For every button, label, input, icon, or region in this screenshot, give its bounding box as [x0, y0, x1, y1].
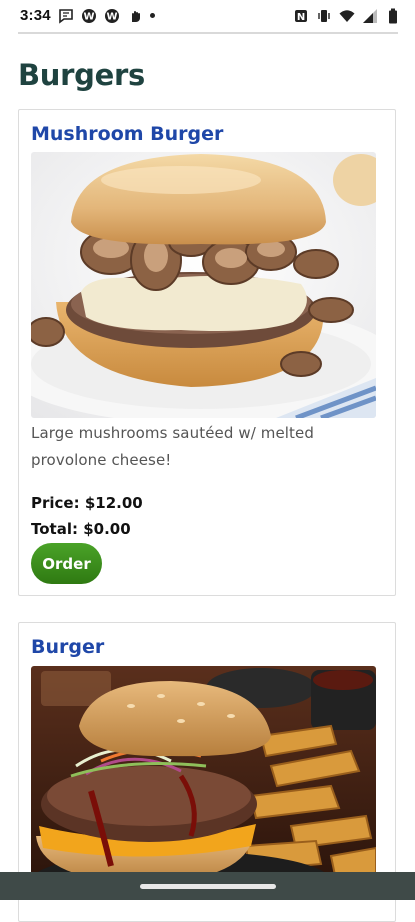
wordpress-icon: W — [104, 8, 119, 23]
mushroom-burger-image — [31, 152, 376, 418]
vibrate-icon — [318, 9, 330, 22]
menu-item-total: Total: $0.00 — [31, 520, 131, 538]
menu-item-description: Large mushrooms sautéed w/ melted provol… — [31, 424, 314, 469]
status-time: 3:34 — [20, 7, 51, 24]
nfc-icon: N — [295, 9, 307, 23]
status-left: 3:34 W W — [20, 7, 155, 24]
status-right: N — [293, 8, 401, 24]
home-gesture-handle[interactable] — [140, 884, 276, 889]
hand-icon — [131, 10, 140, 22]
menu-item-name: Burger — [31, 636, 105, 658]
svg-text:W: W — [106, 11, 117, 22]
navigation-bar — [0, 872, 415, 900]
menu-item-name: Mushroom Burger — [31, 123, 224, 145]
burger-image — [31, 666, 376, 886]
top-divider — [18, 32, 398, 34]
page-title: Burgers — [18, 58, 145, 92]
wifi-icon — [339, 9, 355, 22]
menu-item-card: Mushroom Burger Large mushrooms sautéed … — [18, 109, 396, 596]
order-button[interactable]: Order — [31, 543, 102, 584]
status-bar: 3:34 W W N — [0, 0, 415, 31]
menu-item-image — [31, 152, 376, 418]
message-icon — [59, 8, 73, 24]
menu-item-price: Price: $12.00 — [31, 494, 143, 512]
dot-icon — [149, 13, 155, 18]
svg-text:N: N — [297, 12, 305, 23]
menu-item-image — [31, 666, 376, 886]
battery-icon — [389, 8, 397, 23]
wordpress-icon: W — [81, 8, 96, 23]
svg-text:W: W — [83, 11, 94, 22]
signal-icon — [363, 8, 377, 23]
